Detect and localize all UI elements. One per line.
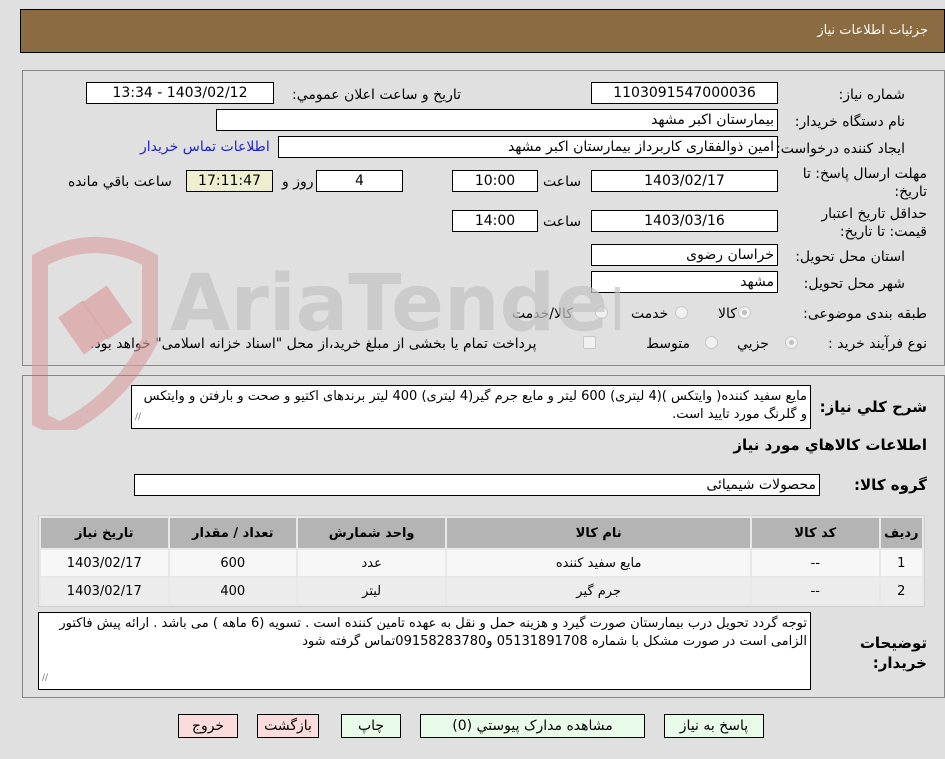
back-button[interactable]: بازگشت (257, 714, 319, 738)
cell-goods-code: -- (752, 578, 879, 604)
reply-time-field: 10:00 (452, 170, 538, 192)
buyer-notes-label: توضيحات خريدار: (859, 634, 927, 672)
table-row: 1 -- مایع سفید کننده عدد 600 1403/02/17 (41, 550, 922, 576)
category-radio-service[interactable] (675, 306, 688, 319)
page-header: جزئيات اطلاعات نياز (20, 9, 945, 53)
cell-need-date: 1403/02/17 (41, 550, 168, 576)
cell-row-number: 2 (880, 578, 922, 604)
table-row: 2 -- جرم گیر لیتر 400 1403/02/17 (41, 578, 922, 604)
days-label: روز و (282, 174, 314, 190)
category-option-goods: کالا (718, 306, 737, 322)
category-option-goods-service: کالا/خدمت (512, 306, 573, 322)
remaining-label: ساعت باقي مانده (68, 174, 172, 190)
process-option-medium: متوسط (646, 336, 690, 352)
category-radio-goods[interactable] (738, 306, 751, 319)
cell-quantity: 600 (169, 550, 297, 576)
buyer-org-field: بیمارستان اکبر مشهد (216, 109, 778, 131)
reply-time-label: ساعت (543, 174, 582, 190)
buyer-notes-textarea[interactable]: توجه گردد تحویل درب بیمارستان صورت گیرد … (38, 612, 811, 690)
cell-unit: عدد (298, 550, 446, 576)
price-validity-date-field: 1403/03/16 (591, 210, 778, 232)
process-radio-medium[interactable] (705, 336, 718, 349)
price-validity-label: حداقل تاریخ اعتبار قیمت: تا تاریخ: (821, 206, 927, 240)
process-label: نوع فرآیند خرید : (828, 336, 927, 352)
col-row-number: رديف (880, 518, 922, 548)
summary-text: مایع سفید کننده( وایتکس )(4 لیتری) 600 ل… (143, 389, 807, 422)
category-radio-goods-service[interactable] (595, 306, 608, 319)
view-attachments-button[interactable]: مشاهده مدارک پيوستي (0) (420, 714, 645, 738)
exit-button[interactable]: خروج (178, 714, 238, 738)
page-title: جزئيات اطلاعات نياز (817, 23, 928, 38)
announce-label: تاريخ و ساعت اعلان عمومي: (292, 87, 461, 103)
buyer-contact-link[interactable]: اطلاعات تماس خریدار (140, 139, 270, 155)
process-radio-minor[interactable] (785, 336, 798, 349)
cell-row-number: 1 (880, 550, 922, 576)
need-number-label: شماره نیاز: (838, 87, 906, 103)
col-need-date: تاريخ نياز (41, 518, 168, 548)
city-field: مشهد (591, 271, 778, 293)
col-quantity: تعداد / مقدار (169, 518, 297, 548)
city-label: شهر محل تحویل: (803, 276, 905, 292)
treasury-checkbox[interactable] (583, 336, 596, 349)
cell-goods-name: مایع سفید کننده (447, 550, 751, 576)
province-field: خراسان رضوی (591, 244, 778, 266)
days-remaining-field: 4 (316, 170, 403, 192)
resize-grip-icon[interactable]: ∕∕ (42, 669, 48, 687)
treasury-note: پرداخت تمام یا بخشی از مبلغ خرید،از محل … (90, 336, 537, 352)
announce-datetime-field: 1403/02/12 - 13:34 (86, 82, 274, 104)
reply-date-field: 1403/02/17 (591, 170, 778, 192)
resize-grip-icon[interactable]: ∕∕ (135, 408, 141, 426)
category-label: طبقه بندی موضوعی: (803, 306, 927, 322)
cell-goods-name: جرم گیر (447, 578, 751, 604)
col-unit: واحد شمارش (298, 518, 446, 548)
goods-group-field: محصولات شیمیائی (134, 474, 820, 496)
cell-goods-code: -- (752, 550, 879, 576)
buyer-notes-text: توجه گردد تحویل درب بیمارستان صورت گیرد … (59, 616, 807, 649)
print-button[interactable]: چاپ (341, 714, 401, 738)
summary-label: شرح كلي نياز: (819, 398, 927, 416)
goods-group-label: گروه کالا: (854, 476, 927, 494)
reply-button[interactable]: پاسخ به نياز (664, 714, 764, 738)
time-remaining-field: 17:11:47 (186, 170, 273, 192)
reply-deadline-label: مهلت ارسال پاسخ: تا تاریخ: (802, 166, 927, 200)
goods-table: رديف كد كالا نام كالا واحد شمارش تعداد /… (38, 515, 925, 607)
goods-info-title: اطلاعات كالاهاي مورد نياز (733, 436, 927, 454)
col-goods-name: نام كالا (447, 518, 751, 548)
summary-textarea[interactable]: مایع سفید کننده( وایتکس )(4 لیتری) 600 ل… (131, 385, 811, 429)
creator-field: امین ذوالفقاری کاربرداز بیمارستان اکبر م… (278, 136, 778, 158)
creator-label: ایجاد کننده درخواست: (776, 141, 905, 157)
need-number-field: 1103091547000036 (591, 82, 778, 104)
process-option-minor: جزيي (737, 336, 769, 352)
col-goods-code: كد كالا (752, 518, 879, 548)
province-label: استان محل تحویل: (795, 249, 905, 265)
table-header-row: رديف كد كالا نام كالا واحد شمارش تعداد /… (41, 518, 922, 548)
buyer-org-label: نام دستگاه خریدار: (794, 114, 905, 130)
category-option-service: خدمت (631, 306, 669, 322)
cell-quantity: 400 (169, 578, 297, 604)
cell-unit: لیتر (298, 578, 446, 604)
price-validity-time-field: 14:00 (452, 210, 538, 232)
cell-need-date: 1403/02/17 (41, 578, 168, 604)
price-validity-time-label: ساعت (543, 214, 582, 230)
